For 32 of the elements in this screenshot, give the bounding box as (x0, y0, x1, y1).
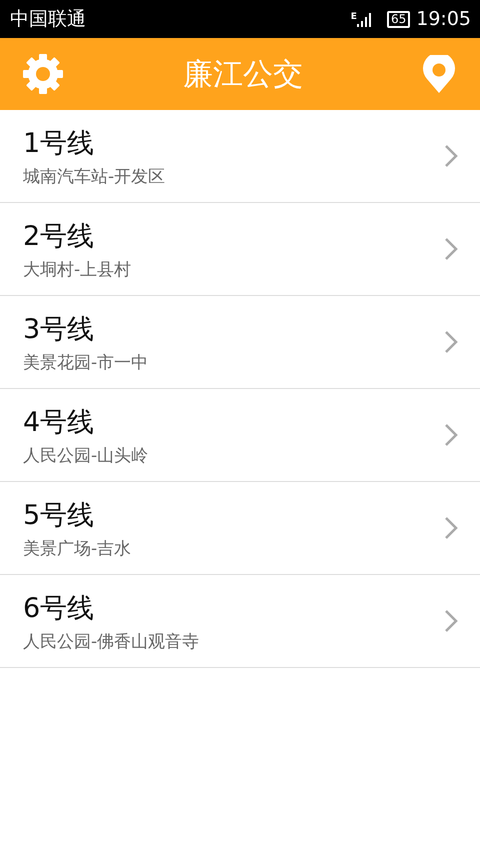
carrier-name: 中国联通 (10, 7, 86, 32)
app-title: 廉江公交 (183, 56, 303, 94)
route-stops: 美景广场-吉水 (23, 538, 132, 560)
signal-icon (356, 11, 373, 27)
settings-icon[interactable] (23, 54, 63, 94)
chevron-right-icon (444, 237, 458, 261)
route-item[interactable]: 6号线 人民公园-佛香山观音寺 (0, 575, 480, 668)
chevron-right-icon (444, 423, 458, 447)
chevron-right-icon (444, 609, 458, 633)
route-stops: 人民公园-佛香山观音寺 (23, 630, 200, 652)
route-name: 4号线 (23, 406, 96, 440)
route-stops: 城南汽车站-开发区 (23, 166, 166, 188)
route-stops: 美景花园-市一中 (23, 352, 148, 374)
route-name: 1号线 (23, 126, 96, 160)
route-name: 3号线 (23, 312, 96, 346)
route-name: 2号线 (23, 220, 96, 254)
route-name: 5号线 (23, 498, 96, 532)
route-item[interactable]: 2号线 大垌村-上县村 (0, 203, 480, 296)
battery-level: 65 (386, 10, 410, 28)
chevron-right-icon (444, 144, 458, 168)
route-stops: 大垌村-上县村 (23, 258, 132, 280)
chevron-right-icon (444, 330, 458, 354)
chevron-right-icon (444, 516, 458, 540)
clock: 19:05 (416, 8, 471, 30)
route-item[interactable]: 3号线 美景花园-市一中 (0, 296, 480, 389)
route-stops: 人民公园-山头岭 (23, 444, 148, 466)
route-item[interactable]: 1号线 城南汽车站-开发区 (0, 110, 480, 203)
route-item[interactable]: 5号线 美景广场-吉水 (0, 482, 480, 575)
route-item[interactable]: 4号线 人民公园-山头岭 (0, 389, 480, 482)
network-type: E (350, 12, 357, 22)
location-pin-icon[interactable] (423, 55, 455, 93)
route-name: 6号线 (23, 592, 96, 626)
